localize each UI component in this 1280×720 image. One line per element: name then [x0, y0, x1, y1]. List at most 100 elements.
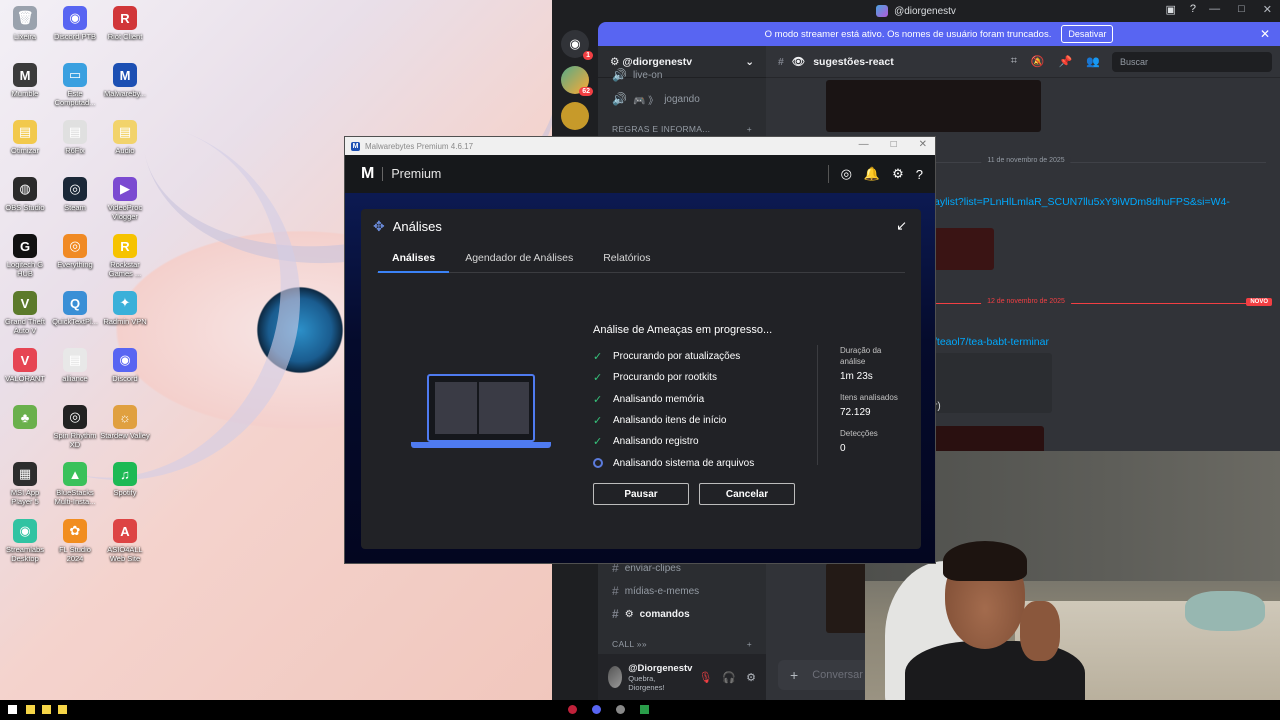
help-icon[interactable]: ?: [916, 167, 923, 182]
app-header: M Premium ◎ 🔔 ⚙ ?: [345, 155, 935, 193]
malwarebytes-logo-icon: M: [351, 141, 360, 151]
channel-item[interactable]: # mídias-e-memes: [598, 580, 766, 602]
app-icon: ◍: [13, 177, 37, 201]
desktop-icon[interactable]: V VALORANT: [0, 348, 50, 383]
close-button[interactable]: ✕: [919, 139, 927, 150]
maximize-button[interactable]: □: [1238, 3, 1245, 16]
desktop-icon[interactable]: ☼ Stardew Valley: [100, 405, 150, 440]
desktop-icon-label: Este Computad...: [54, 89, 96, 107]
scan-step-label: Analisando itens de início: [613, 415, 727, 427]
desktop-icon[interactable]: V Grand Theft Auto V: [0, 291, 50, 335]
desktop-icon[interactable]: ♣: [0, 405, 50, 431]
add-attachment-icon[interactable]: +: [790, 667, 798, 683]
desktop-icon[interactable]: ▦ MSI App Player 5: [0, 462, 50, 506]
desktop-icon[interactable]: ◎ Spin Rhythm XD: [50, 405, 100, 449]
desktop-icon[interactable]: ▤ Audio: [100, 120, 150, 155]
minimize-button[interactable]: —: [1209, 3, 1220, 16]
taskbar-app-icon[interactable]: [616, 705, 625, 714]
desktop-icon[interactable]: R Rockstar Games ...: [100, 234, 150, 278]
desktop-icon[interactable]: Q QuickTextPl...: [50, 291, 100, 326]
tab-agendador[interactable]: Agendador de Análises: [465, 245, 573, 273]
desktop-icon[interactable]: ▤ R6Fix: [50, 120, 100, 155]
taskbar-app-icon[interactable]: [592, 705, 601, 714]
desktop-icon[interactable]: ▤ alliance: [50, 348, 100, 383]
scan-stat: Duração da análise 1m 23s: [840, 345, 900, 382]
direct-messages-icon[interactable]: ◉ 1: [561, 30, 593, 60]
server-icon[interactable]: 62: [561, 66, 593, 96]
desktop-icon[interactable]: G Logitech G HUB: [0, 234, 50, 278]
inbox-icon[interactable]: ▣: [1165, 3, 1175, 16]
desktop-icon[interactable]: ◉ Streamlabs Desktop: [0, 519, 50, 563]
cancel-button[interactable]: Cancelar: [699, 483, 795, 505]
collapse-icon[interactable]: ↙: [896, 218, 907, 234]
taskbar-app-icon[interactable]: [42, 705, 51, 714]
desktop-icon[interactable]: 🗑 Lixeira: [0, 6, 50, 41]
desktop-icon[interactable]: ♫ Spotify: [100, 462, 150, 497]
window-titlebar[interactable]: M Malwarebytes Premium 4.6.17 — □ ✕: [345, 137, 935, 155]
tab-relatorios[interactable]: Relatórios: [603, 245, 650, 273]
help-icon[interactable]: ?: [1190, 3, 1196, 16]
message-link[interactable]: aylist?list=PLnHlLmlaR_SCUN7llu5xY9iWDm8…: [934, 196, 1230, 208]
mic-muted-icon[interactable]: 🎙: [698, 671, 712, 684]
video-thumbnail[interactable]: [826, 80, 1041, 132]
channel-item[interactable]: 🔊 live-on: [598, 68, 766, 82]
notifications-icon[interactable]: 🔕: [1031, 55, 1045, 68]
threads-icon[interactable]: ⌗: [1011, 55, 1017, 68]
avatar[interactable]: [608, 666, 623, 688]
account-icon[interactable]: ◎: [841, 166, 852, 182]
desktop-icon-label: Radmin VPN: [103, 317, 147, 326]
desktop-icon[interactable]: ◍ OBS Studio: [0, 177, 50, 212]
pause-button[interactable]: Pausar: [593, 483, 689, 505]
add-channel-icon[interactable]: +: [747, 124, 752, 134]
search-input[interactable]: Buscar: [1112, 51, 1272, 72]
app-icon: ☼: [113, 405, 137, 429]
desktop-icon[interactable]: A ASIO4ALL Web Site: [100, 519, 150, 563]
desktop-icon[interactable]: R Riot Client: [100, 6, 150, 41]
gear-icon[interactable]: ⚙: [746, 671, 756, 684]
embed-thumbnail[interactable]: [934, 228, 994, 270]
tab-analises[interactable]: Análises: [378, 245, 450, 273]
app-icon: G: [13, 234, 37, 258]
desktop-icon[interactable]: ◎ Steam: [50, 177, 100, 212]
add-channel-icon[interactable]: +: [747, 639, 752, 649]
desktop-icon[interactable]: M Mumble: [0, 63, 50, 98]
taskbar-app-icon[interactable]: [26, 705, 35, 714]
desktop-icon[interactable]: ▤ Otimizar: [0, 120, 50, 155]
desktop-icon-label: MSI App Player 5: [10, 488, 40, 506]
start-button[interactable]: [8, 705, 17, 714]
desktop-icon[interactable]: ✦ Radmin VPN: [100, 291, 150, 326]
desktop-icon[interactable]: ◉ Discord PTB: [50, 6, 100, 41]
pin-icon[interactable]: 📌: [1059, 55, 1073, 68]
server-icon[interactable]: [561, 102, 589, 130]
desktop-icon[interactable]: ▭ Este Computad...: [50, 63, 100, 107]
tab-bar: Análises Agendador de Análises Relatório…: [377, 245, 905, 273]
close-button[interactable]: ✕: [1263, 3, 1272, 16]
desktop-icon[interactable]: ✿ FL Studio 2024: [50, 519, 100, 563]
members-icon[interactable]: 👥: [1086, 55, 1100, 68]
desktop-icon[interactable]: M Malwareby...: [100, 63, 150, 98]
checkmark-icon: ✓: [593, 393, 603, 406]
channel-item[interactable]: 🔊 🎮 》 jogando: [598, 88, 766, 110]
desktop-icon[interactable]: ▶ VideoProc Vlogger: [100, 177, 150, 221]
minimize-button[interactable]: —: [859, 139, 869, 150]
new-badge: NOVO: [1246, 298, 1272, 306]
taskbar-app-icon[interactable]: [568, 705, 577, 714]
category-header[interactable]: REGRAS E INFORMA... +: [612, 124, 752, 134]
desktop-icon-label: Steam: [64, 203, 86, 212]
desktop-icon[interactable]: ▲ BlueStacks Multi-Insta...: [50, 462, 100, 506]
app-icon: ◉: [63, 6, 87, 30]
desktop-icon[interactable]: ◉ Discord: [100, 348, 150, 383]
gear-icon[interactable]: ⚙: [892, 166, 904, 182]
scan-step-label: Analisando registro: [613, 436, 699, 448]
close-icon[interactable]: ✕: [1260, 27, 1270, 41]
deactivate-button[interactable]: Desativar: [1061, 25, 1114, 43]
maximize-button[interactable]: □: [891, 139, 897, 150]
category-header[interactable]: CALL »» +: [612, 639, 752, 649]
desktop-icon[interactable]: ◎ Everything: [50, 234, 100, 269]
taskbar-app-icon[interactable]: [640, 705, 649, 714]
notifications-icon[interactable]: 🔔: [864, 166, 880, 182]
taskbar-app-icon[interactable]: [58, 705, 67, 714]
headphones-muted-icon[interactable]: 🎧: [722, 671, 736, 684]
message-link[interactable]: /teaol7/tea-babt-terminar: [934, 336, 1049, 348]
channel-item[interactable]: # ⚙ comandos: [598, 603, 766, 625]
